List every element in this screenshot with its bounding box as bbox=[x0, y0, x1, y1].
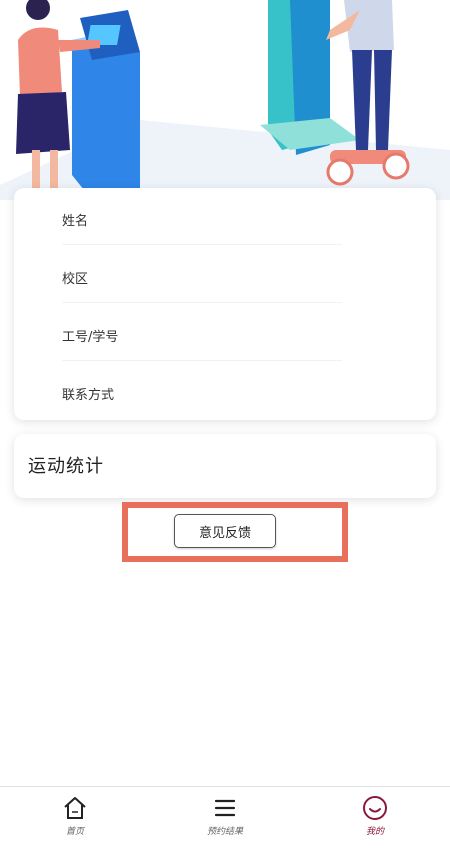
list-icon bbox=[211, 795, 239, 821]
id-field-line[interactable] bbox=[62, 360, 342, 361]
home-icon bbox=[61, 795, 89, 821]
nav-booking-label: 预约结果 bbox=[206, 827, 243, 837]
name-label: 姓名 bbox=[62, 214, 89, 229]
profile-info-card: 姓名 校区 工号/学号 联系方式 bbox=[14, 188, 436, 420]
contact-label: 联系方式 bbox=[62, 388, 115, 403]
id-label: 工号/学号 bbox=[62, 330, 119, 345]
nav-home[interactable]: 首页 bbox=[0, 787, 150, 849]
sports-stats-card[interactable]: 运动统计 bbox=[14, 434, 436, 498]
feedback-button-label: 意见反馈 bbox=[198, 525, 251, 541]
feedback-button[interactable]: 意见反馈 bbox=[174, 514, 276, 548]
campus-label: 校区 bbox=[62, 272, 89, 287]
nav-mine[interactable]: 我的 bbox=[300, 787, 450, 849]
smile-icon bbox=[361, 795, 389, 821]
sports-stats-title: 运动统计 bbox=[28, 456, 104, 477]
nav-home-label: 首页 bbox=[65, 827, 84, 837]
campus-field-line[interactable] bbox=[62, 302, 342, 303]
nav-booking-result[interactable]: 预约结果 bbox=[150, 787, 300, 849]
hero-illustration bbox=[0, 0, 450, 200]
nav-mine-label: 我的 bbox=[365, 827, 384, 837]
name-field-line[interactable] bbox=[62, 244, 342, 245]
bottom-nav: 首页 预约结果 我的 bbox=[0, 786, 450, 849]
